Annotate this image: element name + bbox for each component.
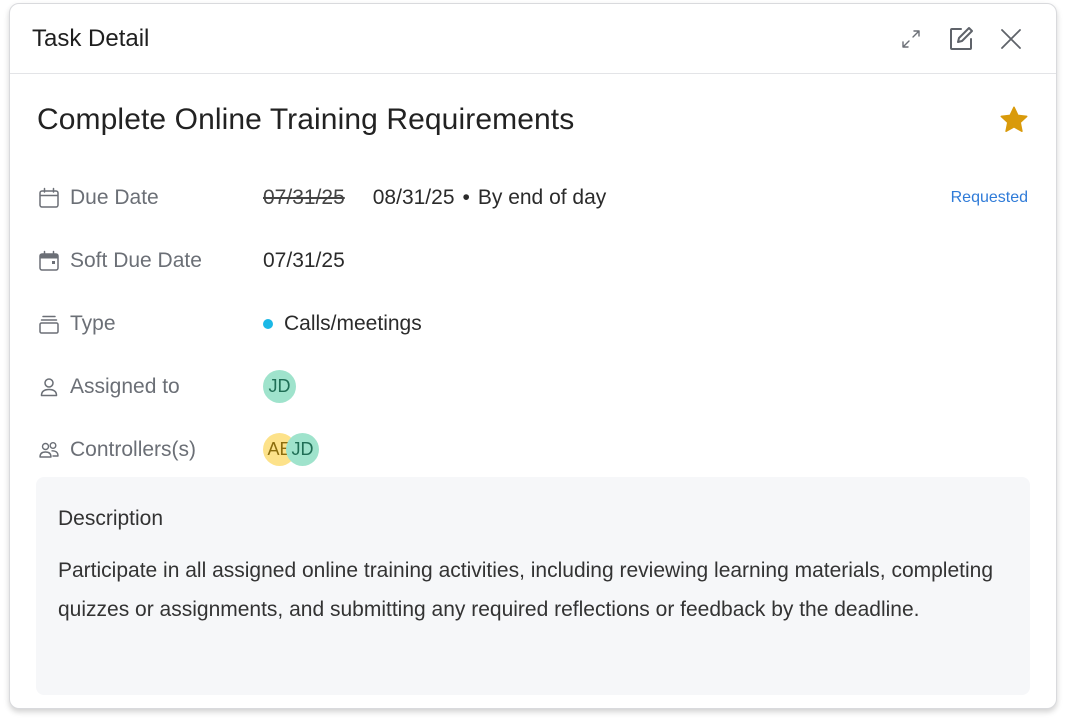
controllers-row: Controllers(s) AE JD xyxy=(10,418,1056,481)
type-label: Type xyxy=(70,311,116,335)
due-date-new-value: 08/31/25 xyxy=(372,185,455,209)
avatar[interactable]: JD xyxy=(286,433,319,466)
task-detail-panel: Task Detail Complete Online Training Req… xyxy=(9,3,1057,709)
due-date-note: By end of day xyxy=(477,185,607,209)
controllers-label: Controllers(s) xyxy=(70,437,197,461)
type-color-dot xyxy=(263,318,273,329)
description-box: Description Participate in all assigned … xyxy=(36,477,1030,695)
due-date-row: Due Date 07/31/25 08/31/25 • By end of d… xyxy=(10,166,1056,229)
avatar[interactable]: JD xyxy=(263,370,296,403)
soft-due-date-value: 07/31/25 xyxy=(263,248,345,272)
type-row: Type Calls/meetings xyxy=(10,292,1056,355)
requested-status-link[interactable]: Requested xyxy=(951,189,1028,207)
calendar-icon xyxy=(37,186,61,210)
calendar-event-icon xyxy=(37,249,61,273)
panel-header: Task Detail xyxy=(10,4,1056,74)
users-icon xyxy=(37,438,61,462)
controllers-avatar-stack: AE JD xyxy=(263,433,319,466)
edit-icon xyxy=(950,26,973,50)
assigned-to-label: Assigned to xyxy=(70,374,180,398)
due-date-separator: • xyxy=(462,185,470,209)
close-button[interactable] xyxy=(986,19,1036,59)
due-date-old-value: 07/31/25 xyxy=(263,185,345,209)
soft-due-date-row: Soft Due Date 07/31/25 xyxy=(10,229,1056,292)
stack-icon xyxy=(37,312,61,336)
task-title: Complete Online Training Requirements xyxy=(37,103,575,136)
task-title-row: Complete Online Training Requirements xyxy=(10,74,1056,166)
expand-button[interactable] xyxy=(886,19,936,59)
star-icon[interactable] xyxy=(998,104,1030,136)
header-actions xyxy=(886,19,1036,59)
expand-icon xyxy=(902,29,920,48)
type-value: Calls/meetings xyxy=(284,311,422,335)
description-heading: Description xyxy=(58,507,164,530)
panel-title: Task Detail xyxy=(32,24,150,52)
soft-due-date-label: Soft Due Date xyxy=(70,248,202,272)
description-body: Participate in all assigned online train… xyxy=(58,559,993,621)
edit-button[interactable] xyxy=(936,19,986,59)
close-icon xyxy=(1001,28,1021,49)
user-icon xyxy=(37,375,61,399)
due-date-label: Due Date xyxy=(70,185,159,209)
assigned-to-row: Assigned to JD xyxy=(10,355,1056,418)
